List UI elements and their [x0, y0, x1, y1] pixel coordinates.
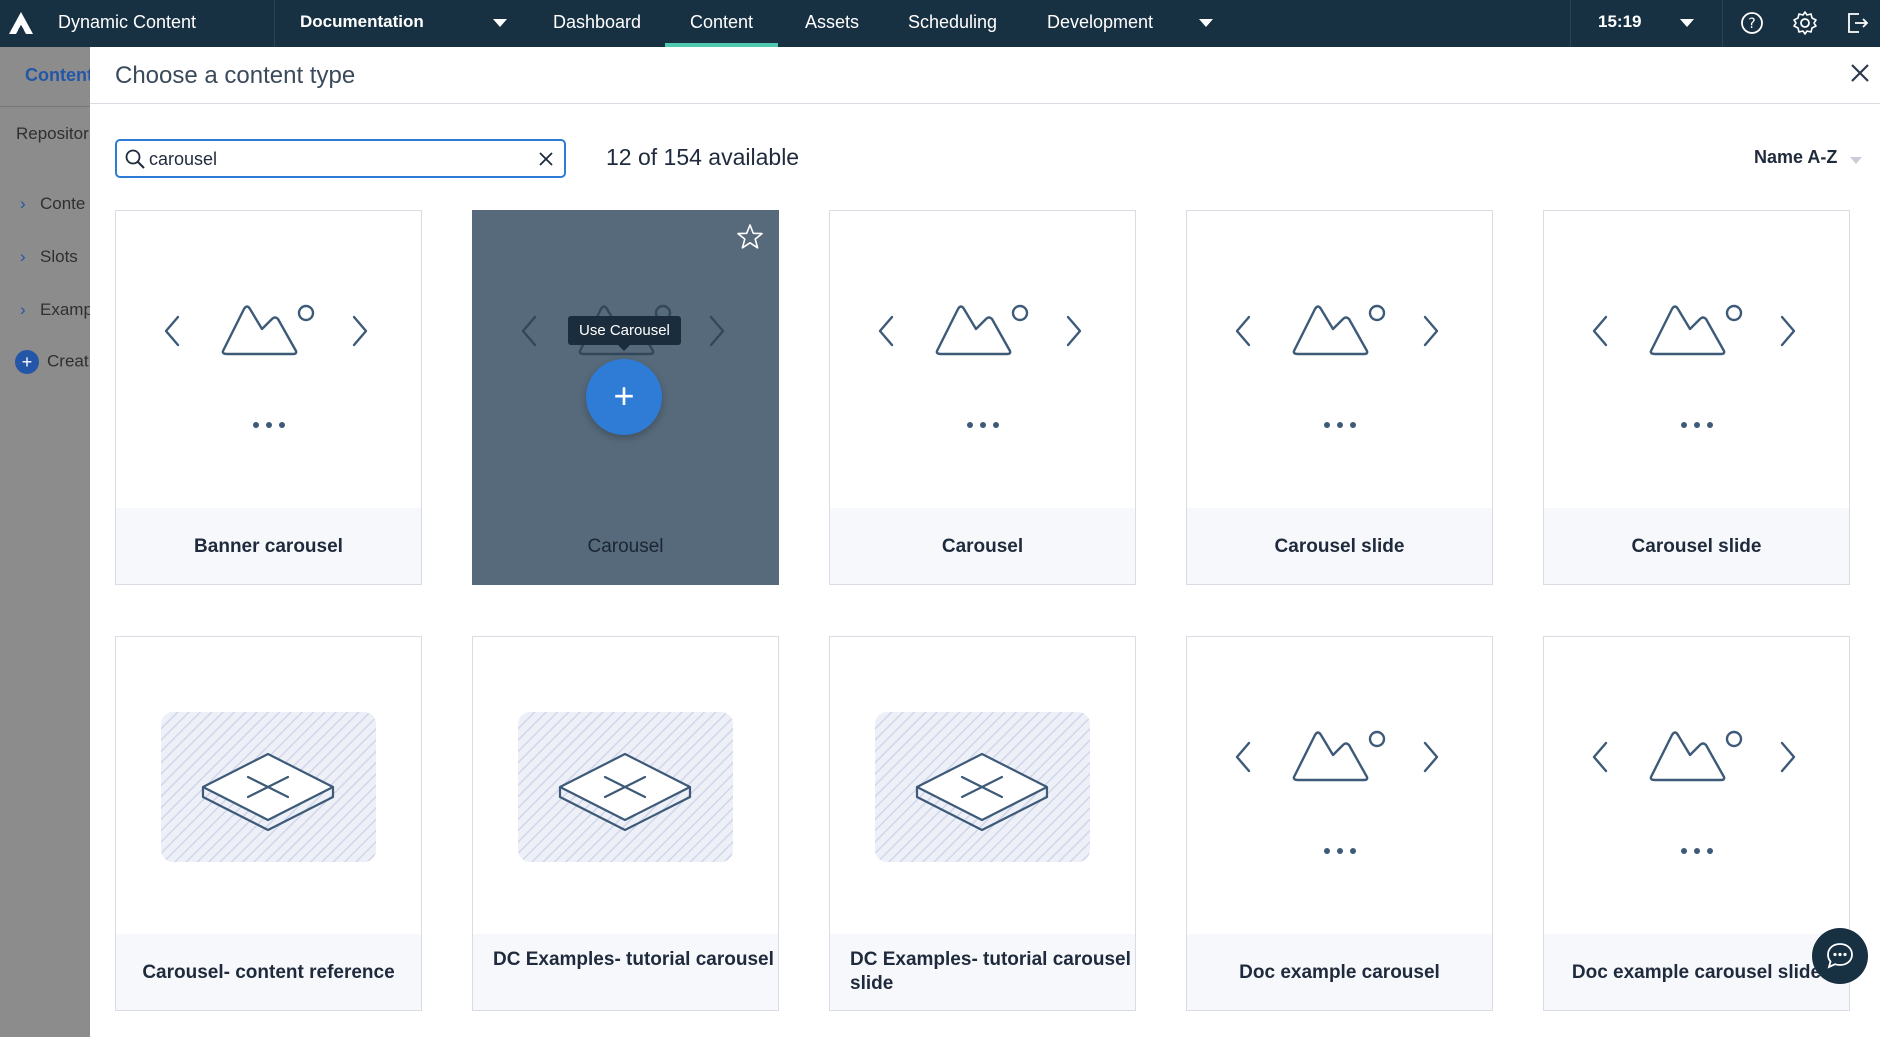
sidebar-item: › Examp [20, 300, 93, 319]
chevron-right-icon: › [20, 194, 26, 213]
carousel-icon [830, 211, 1135, 508]
settings-icon[interactable] [1791, 9, 1819, 37]
sort-chevron-down-icon[interactable] [1850, 157, 1862, 164]
card-label-area: Carousel slide [1544, 508, 1849, 584]
carousel-icon [1544, 637, 1849, 934]
sidebar-item: › Conte [20, 194, 86, 213]
card-label: Doc example carousel [1239, 962, 1440, 983]
background-page-overlay: Content Repositor › Conte › Slots › Examp +… [0, 47, 93, 1037]
carousel-icon [1544, 211, 1849, 508]
sidebar-item: › Slots [20, 247, 78, 266]
card-label-area: Carousel slide [1187, 508, 1492, 584]
placeholder-icon [473, 637, 778, 934]
hub-chevron-down-icon[interactable] [493, 19, 507, 27]
hub-selector[interactable]: Documentation [300, 12, 424, 32]
card-label-area: DC Examples- tutorial carousel [473, 934, 778, 1010]
search-input[interactable] [149, 147, 529, 171]
choose-content-type-modal: Choose a content type 12 of 154 availabl… [90, 47, 1880, 1037]
development-chevron-down-icon[interactable] [1199, 19, 1213, 27]
content-type-card[interactable]: Banner carousel [115, 210, 422, 585]
results-count: 12 of 154 available [606, 144, 800, 170]
card-label-area: Carousel [473, 508, 778, 584]
nav-dashboard[interactable]: Dashboard [528, 0, 666, 47]
content-type-card[interactable]: Use Carousel + Carousel [472, 210, 779, 585]
search-field[interactable] [115, 139, 566, 178]
card-label-area: Carousel- content reference [116, 934, 421, 1010]
card-label: Doc example carousel slide [1571, 962, 1822, 983]
use-carousel-tooltip: Use Carousel [568, 316, 681, 351]
plus-icon: + [15, 350, 39, 374]
divider [1570, 0, 1571, 47]
content-type-card[interactable]: Carousel [829, 210, 1136, 585]
card-label: Carousel [587, 536, 664, 557]
content-type-card[interactable]: Doc example carousel [1186, 636, 1493, 1011]
search-icon [125, 149, 145, 169]
card-label: DC Examples- tutorial carousel [493, 949, 774, 970]
divider [0, 106, 90, 107]
divider [1722, 0, 1723, 47]
close-icon[interactable] [1848, 61, 1872, 85]
content-type-card[interactable]: Carousel- content reference [115, 636, 422, 1011]
nav-assets[interactable]: Assets [780, 0, 884, 47]
amplience-logo-icon[interactable] [8, 10, 34, 36]
nav-content[interactable]: Content [665, 0, 779, 47]
card-label-area: Carousel [830, 508, 1135, 584]
help-icon[interactable]: ? [1738, 9, 1766, 37]
chevron-right-icon: › [20, 247, 26, 266]
content-type-card[interactable]: DC Examples- tutorial carousel [472, 636, 779, 1011]
nav-development[interactable]: Development [1022, 0, 1178, 47]
create-button: + Creat [15, 350, 89, 374]
plus-icon: + [613, 375, 635, 416]
divider [90, 103, 1880, 104]
chat-button[interactable] [1812, 928, 1868, 984]
card-label-area: Doc example carousel [1187, 934, 1492, 1010]
card-label: DC Examples- tutorial carousel slide [850, 949, 1131, 994]
card-label-area: Banner carousel [116, 508, 421, 584]
chat-icon [1827, 943, 1853, 969]
carousel-icon [116, 211, 421, 508]
favorite-star-icon[interactable] [736, 223, 764, 251]
divider [274, 0, 275, 47]
repository-label: Repositor [16, 124, 89, 143]
card-label: Carousel slide [1631, 536, 1762, 557]
card-label-area: DC Examples- tutorial carousel slide [830, 934, 1135, 1010]
placeholder-icon [116, 637, 421, 934]
clear-search-icon[interactable] [538, 151, 554, 167]
modal-title: Choose a content type [115, 62, 356, 89]
chevron-right-icon: › [20, 300, 26, 319]
app-title: Dynamic Content [58, 12, 197, 32]
card-label: Carousel [941, 536, 1024, 557]
content-type-card[interactable]: Carousel slide [1186, 210, 1493, 585]
card-label: Carousel slide [1274, 536, 1405, 557]
use-content-type-button[interactable]: + [586, 359, 662, 435]
carousel-icon [1187, 637, 1492, 934]
content-type-card[interactable]: Carousel slide [1543, 210, 1850, 585]
carousel-icon [1187, 211, 1492, 508]
placeholder-icon [830, 637, 1135, 934]
logout-icon[interactable] [1843, 9, 1871, 37]
clock-time: 15:19 [1598, 12, 1642, 31]
card-label: Banner carousel [194, 536, 343, 557]
sort-dropdown[interactable]: Name A-Z [1754, 147, 1837, 168]
svg-text:?: ? [1748, 16, 1755, 32]
background-page-title: Content [25, 65, 93, 85]
nav-scheduling[interactable]: Scheduling [883, 0, 1022, 47]
clock-chevron-down-icon[interactable] [1680, 19, 1694, 27]
card-label-area: Doc example carousel slide [1544, 934, 1849, 1010]
content-type-card[interactable]: DC Examples- tutorial carousel slide [829, 636, 1136, 1011]
top-navigation-bar: Dynamic Content Documentation Dashboard … [0, 0, 1880, 47]
content-type-card[interactable]: Doc example carousel slide [1543, 636, 1850, 1011]
card-label: Carousel- content reference [142, 962, 395, 983]
